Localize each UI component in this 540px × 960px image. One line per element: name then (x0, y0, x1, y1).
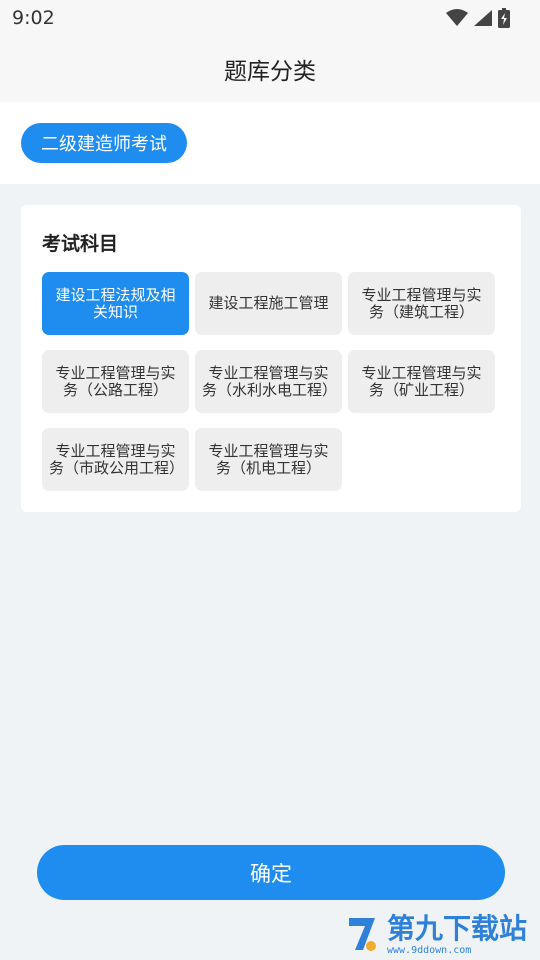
subject-option[interactable]: 建设工程施工管理 (195, 272, 342, 335)
subject-grid: 建设工程法规及相关知识 建设工程施工管理 专业工程管理与实务（建筑工程） 专业工程管理… (42, 272, 500, 491)
subject-option[interactable]: 专业工程管理与实务（矿业工程） (348, 350, 495, 413)
status-time: 9:02 (12, 7, 55, 29)
subject-option[interactable]: 建设工程法规及相关知识 (42, 272, 189, 335)
subject-option[interactable]: 专业工程管理与实务（机电工程） (195, 428, 342, 491)
section-title: 考试科目 (42, 233, 119, 255)
status-bar: 9:02 (0, 0, 540, 36)
category-strip: 二级建造师考试 (0, 102, 540, 184)
subject-option[interactable]: 专业工程管理与实务（水利水电工程） (195, 350, 342, 413)
confirm-button[interactable]: 确定 (37, 845, 505, 900)
subject-option[interactable]: 专业工程管理与实务（市政公用工程） (42, 428, 189, 491)
subject-option[interactable]: 专业工程管理与实务（建筑工程） (348, 272, 495, 335)
battery-icon (498, 8, 510, 28)
watermark-url: www.9ddown.com (387, 944, 472, 956)
watermark: 第九下载站 www.9ddown.com (345, 908, 540, 960)
watermark-main: 第九下载站 (387, 911, 528, 945)
subject-option[interactable]: 专业工程管理与实务（公路工程） (42, 350, 189, 413)
watermark-text: 第九下载站 www.9ddown.com (387, 911, 528, 956)
category-chip-selected[interactable]: 二级建造师考试 (21, 123, 187, 163)
site-logo-icon (349, 918, 376, 951)
header: 题库分类 (0, 36, 540, 102)
wifi-icon (446, 9, 468, 26)
page-title: 题库分类 (224, 59, 316, 85)
signal-icon (474, 10, 492, 26)
subject-card: 考试科目 建设工程法规及相关知识 建设工程施工管理 专业工程管理与实务（建筑工程）专… (21, 205, 521, 512)
status-icons (446, 8, 510, 28)
